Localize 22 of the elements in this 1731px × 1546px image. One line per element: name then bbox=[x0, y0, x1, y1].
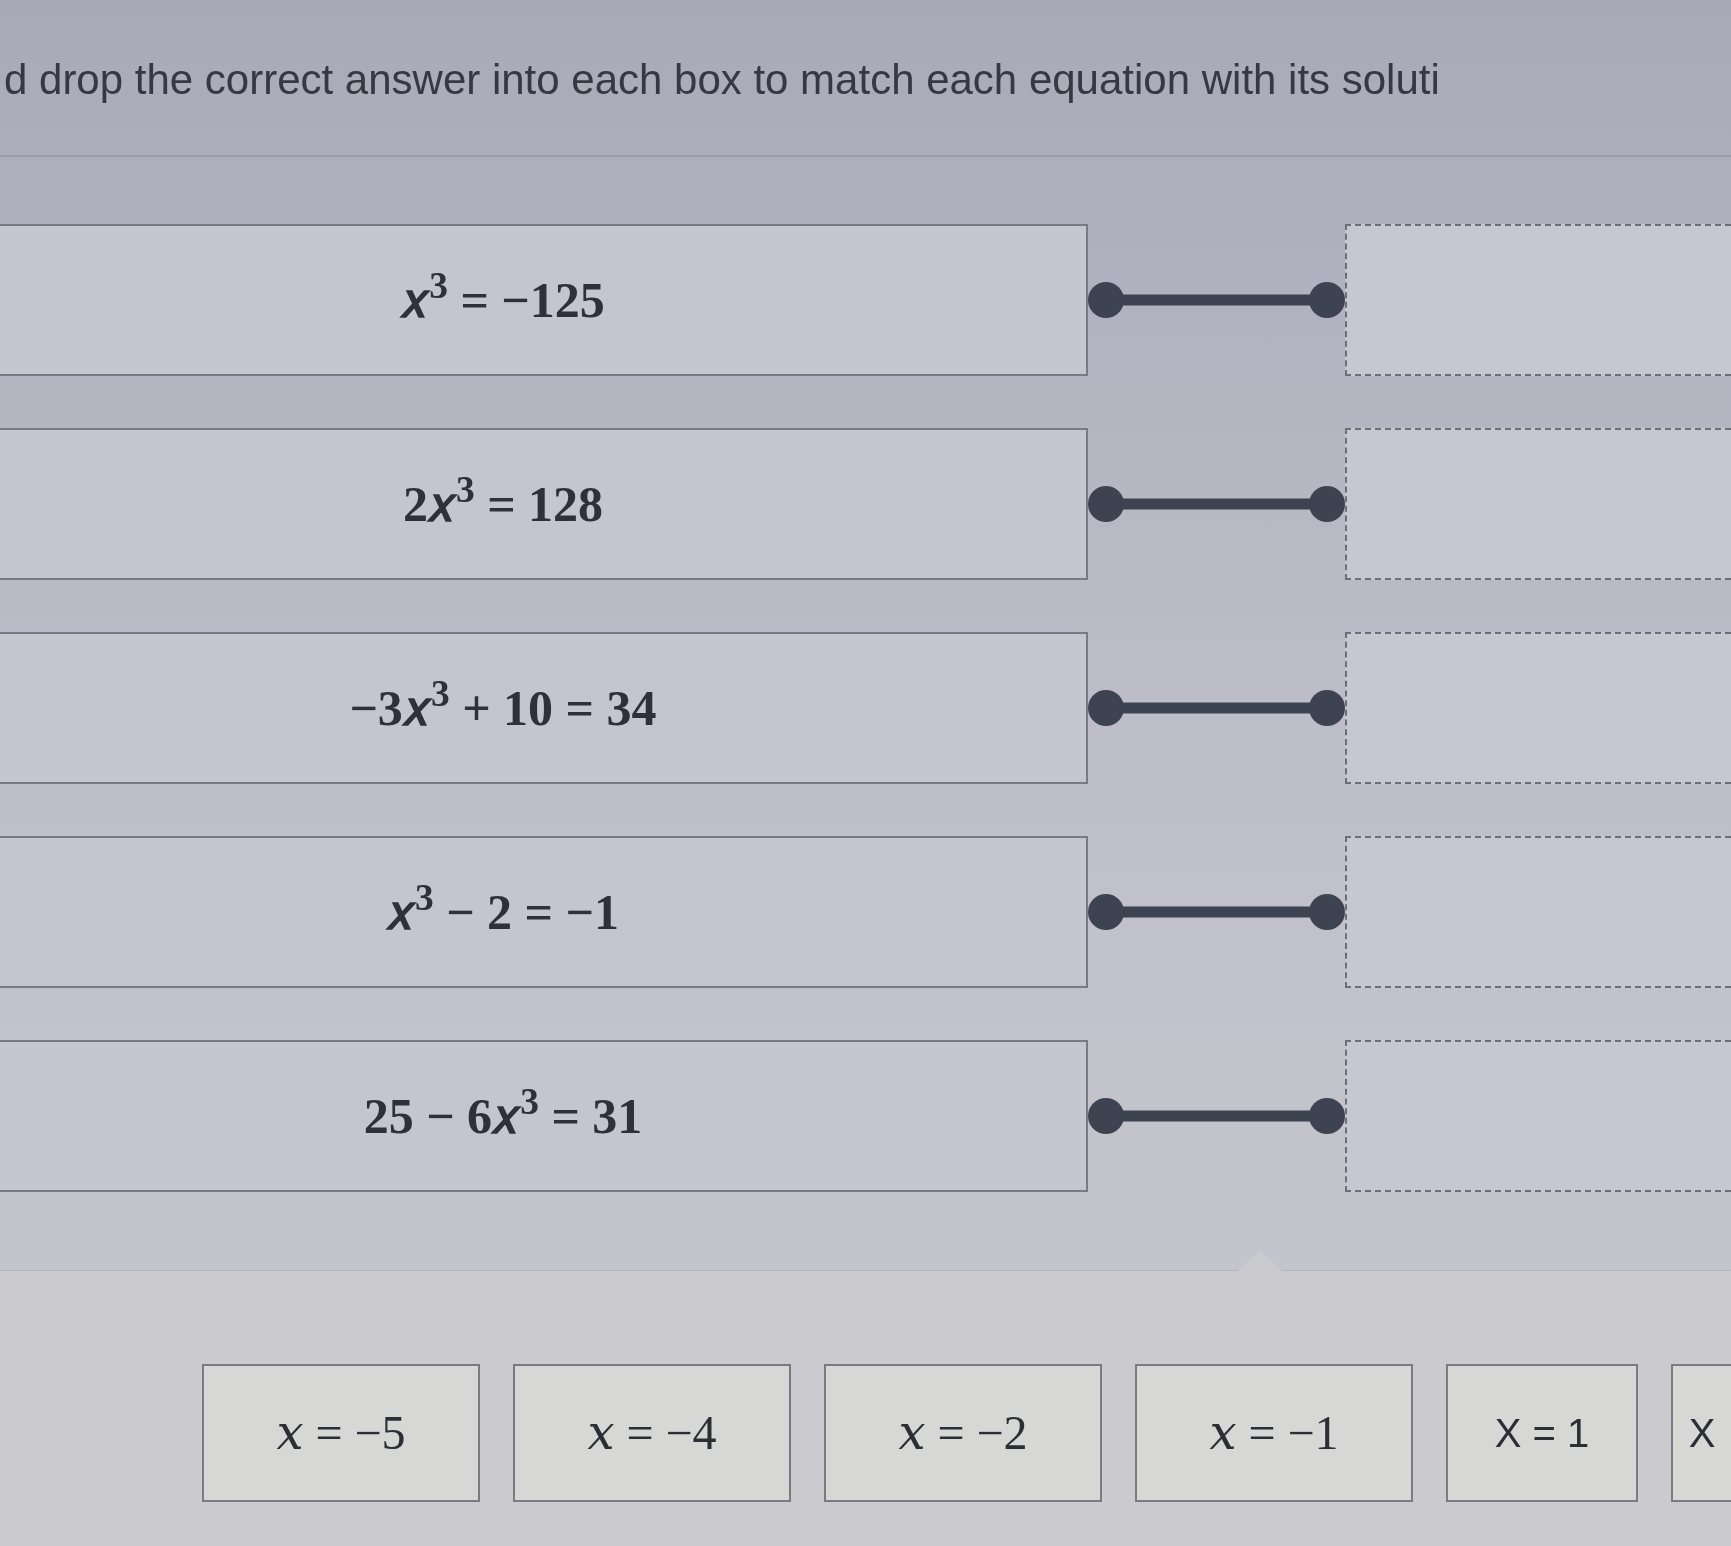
equation-card[interactable]: −3𝑥$^{3}$ + 10 = 34 bbox=[0, 632, 1088, 784]
equation-text: 𝑥$^{3}$ − 2 = −1 bbox=[386, 875, 620, 942]
answer-tile[interactable]: X = 1 bbox=[1446, 1364, 1638, 1502]
equation-text: −3𝑥$^{3}$ + 10 = 34 bbox=[349, 671, 657, 738]
answer-tile[interactable]: 𝑥 = −2 bbox=[824, 1364, 1102, 1502]
instruction-text: d drop the correct answer into each box to match each equation with its soluti bbox=[4, 56, 1440, 103]
drop-box[interactable] bbox=[1345, 1040, 1731, 1192]
equation-text: 𝑥$^{3}$ = −125 bbox=[401, 263, 605, 330]
drop-box[interactable] bbox=[1345, 632, 1731, 784]
equation-text: 2𝑥$^{3}$ = 128 bbox=[402, 467, 604, 534]
equation-card[interactable]: 2𝑥$^{3}$ = 128 bbox=[0, 428, 1088, 580]
equation-card[interactable]: 25 − 6𝑥$^{3}$ = 31 bbox=[0, 1040, 1088, 1192]
answer-tile[interactable]: 𝑥 = −1 bbox=[1135, 1364, 1413, 1502]
equation-text: 25 − 6𝑥$^{3}$ = 31 bbox=[363, 1079, 643, 1146]
answer-tile[interactable]: 𝑥 = −5 bbox=[202, 1364, 480, 1502]
drop-box[interactable] bbox=[1345, 836, 1731, 988]
drop-box[interactable] bbox=[1345, 428, 1731, 580]
equation-card[interactable]: 𝑥$^{3}$ = −125 bbox=[0, 224, 1088, 376]
drop-box[interactable] bbox=[1345, 224, 1731, 376]
answer-tile[interactable]: 𝑥 = −4 bbox=[513, 1364, 791, 1502]
answer-tile[interactable]: X bbox=[1671, 1364, 1731, 1502]
equation-card[interactable]: 𝑥$^{3}$ − 2 = −1 bbox=[0, 836, 1088, 988]
